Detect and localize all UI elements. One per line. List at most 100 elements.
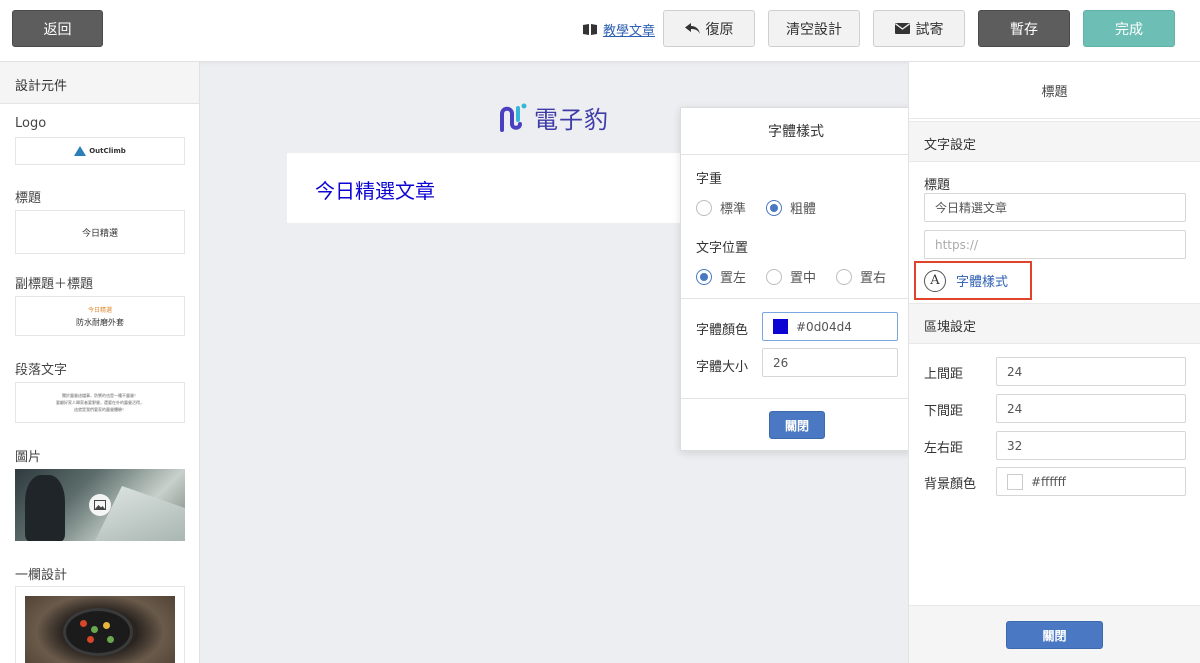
bg-color-swatch[interactable]: [1007, 473, 1023, 490]
weight-option-bold-label: 粗體: [790, 202, 817, 217]
canvas-title-text: 今日精選文章: [315, 179, 435, 203]
photo-vegetable: [80, 620, 87, 627]
settings-panel: 標題 文字設定 標題 今日精選文章 https:// 區塊設定 上間距 24 下…: [908, 62, 1200, 663]
component-heading[interactable]: 今日精選: [15, 210, 185, 254]
clear-design-button[interactable]: 清空設計: [768, 10, 860, 47]
photo-tent: [95, 486, 185, 541]
weight-label: 字重: [696, 172, 723, 187]
component-logo[interactable]: OutClimb: [15, 137, 185, 165]
done-button[interactable]: 完成: [1083, 10, 1175, 47]
canvas-logo[interactable]: 電子豹: [498, 100, 609, 134]
title-field-label: 標題: [924, 178, 951, 193]
undo-button[interactable]: 復原: [663, 10, 755, 47]
component-title-paragraph: 段落文字: [15, 363, 68, 378]
image-icon: [89, 494, 111, 516]
popover-divider: [681, 298, 911, 299]
panel-footer: 關閉: [909, 605, 1200, 663]
font-color-input[interactable]: #0d04d4: [762, 312, 898, 341]
align-option-left[interactable]: 置左: [696, 267, 746, 286]
radio-center[interactable]: [766, 268, 783, 285]
test-send-button[interactable]: 試寄: [873, 10, 965, 47]
color-swatch[interactable]: [773, 319, 788, 334]
align-option-center[interactable]: 置中: [766, 267, 816, 286]
font-style-link[interactable]: A 字體樣式: [914, 261, 1032, 300]
font-style-popover: 字體樣式 字重 標準 粗體 文字位置 置左 置中 置右 字體顏色 #0d04d4…: [680, 107, 912, 451]
align-radio-group: 置左 置中 置右: [696, 267, 886, 286]
paragraph-preview-line: 關於露營這檔事，防禦的也是一種不露營！: [62, 393, 138, 398]
logo-text: 電子豹: [534, 105, 609, 134]
font-style-link-label: 字體樣式: [956, 275, 1009, 290]
component-one-column[interactable]: [15, 586, 185, 663]
photo-vegetable: [103, 622, 110, 629]
tutorial-label[interactable]: 教學文章: [603, 20, 655, 39]
component-paragraph[interactable]: 關於露營這檔事，防禦的也是一種不露營！ 要顧好家人歸家者要野營，還要在外的露營活…: [15, 382, 185, 423]
panel-close-button[interactable]: 關閉: [1006, 621, 1103, 649]
undo-icon: [684, 23, 700, 34]
bg-color-label: 背景顏色: [924, 477, 977, 492]
weight-option-bold[interactable]: 粗體: [766, 198, 816, 217]
components-sidebar: 設計元件 Logo OutClimb 標題 今日精選 副標題＋標題 今日精選 防…: [0, 62, 200, 663]
sidebar-header: 設計元件: [0, 62, 199, 104]
radio-bold[interactable]: [766, 199, 783, 216]
align-option-right[interactable]: 置右: [836, 267, 886, 286]
photo-vegetable: [91, 626, 98, 633]
font-letter-icon: A: [924, 269, 946, 292]
radio-left[interactable]: [696, 268, 712, 285]
component-title-image: 圖片: [15, 450, 42, 465]
weight-option-normal-label: 標準: [720, 202, 747, 217]
bottom-padding-value: 24: [1007, 401, 1023, 416]
top-padding-input[interactable]: 24: [996, 357, 1186, 386]
component-title-one-column: 一欄設計: [15, 568, 68, 583]
align-option-center-label: 置中: [790, 271, 817, 286]
side-padding-value: 32: [1007, 438, 1023, 453]
book-icon: [583, 23, 597, 35]
weight-option-normal[interactable]: 標準: [696, 198, 746, 217]
size-label: 字體大小: [696, 360, 749, 375]
component-title-subheading: 副標題＋標題: [15, 277, 94, 292]
bg-color-value: #ffffff: [1031, 474, 1066, 489]
test-send-label: 試寄: [915, 21, 944, 38]
component-subheading[interactable]: 今日精選 防水耐磨外套: [15, 296, 185, 336]
title-input[interactable]: 今日精選文章: [924, 193, 1186, 222]
popover-divider: [681, 398, 911, 399]
component-image[interactable]: [15, 469, 185, 541]
tutorial-link[interactable]: 教學文章: [583, 20, 655, 39]
heading-preview-text: 今日精選: [81, 228, 118, 239]
font-size-input[interactable]: 26: [762, 348, 898, 377]
photo-vegetable: [107, 636, 114, 643]
top-padding-value: 24: [1007, 364, 1023, 379]
color-label: 字體顏色: [696, 323, 749, 338]
side-padding-label: 左右距: [924, 441, 964, 456]
popover-title: 字體樣式: [681, 108, 911, 155]
link-url-placeholder: https://: [935, 237, 979, 252]
photo-vegetable: [87, 636, 94, 643]
subheading-preview-text: 防水耐磨外套: [76, 317, 124, 327]
top-toolbar: 返回 教學文章 復原 清空設計 試寄 暫存 完成: [0, 0, 1200, 62]
component-title-logo: Logo: [15, 116, 47, 131]
top-padding-label: 上間距: [924, 367, 964, 382]
link-url-input[interactable]: https://: [924, 230, 1186, 259]
undo-label: 復原: [705, 21, 734, 38]
font-size-value: 26: [773, 355, 789, 370]
photo-person: [25, 475, 65, 541]
align-option-left-label: 置左: [720, 271, 747, 286]
logo-preview-text: OutClimb: [89, 147, 126, 155]
side-padding-input[interactable]: 32: [996, 431, 1186, 460]
bottom-padding-input[interactable]: 24: [996, 394, 1186, 423]
brand-logo-icon: [500, 103, 527, 132]
canvas-title-block[interactable]: 今日精選文章: [287, 153, 687, 223]
radio-normal[interactable]: [696, 199, 712, 216]
panel-title: 標題: [909, 62, 1200, 119]
radio-right[interactable]: [836, 268, 853, 285]
one-column-photo: [25, 596, 175, 663]
text-settings-header: 文字設定: [909, 121, 1200, 162]
popover-close-button[interactable]: 關閉: [769, 411, 825, 439]
title-input-value: 今日精選文章: [935, 201, 1008, 215]
block-settings-header: 區塊設定: [909, 303, 1200, 344]
back-button[interactable]: 返回: [12, 10, 103, 47]
component-title-heading: 標題: [15, 191, 42, 206]
bg-color-input[interactable]: #ffffff: [996, 467, 1186, 496]
envelope-icon: [894, 23, 910, 34]
save-draft-button[interactable]: 暫存: [978, 10, 1070, 47]
align-option-right-label: 置右: [860, 271, 887, 286]
